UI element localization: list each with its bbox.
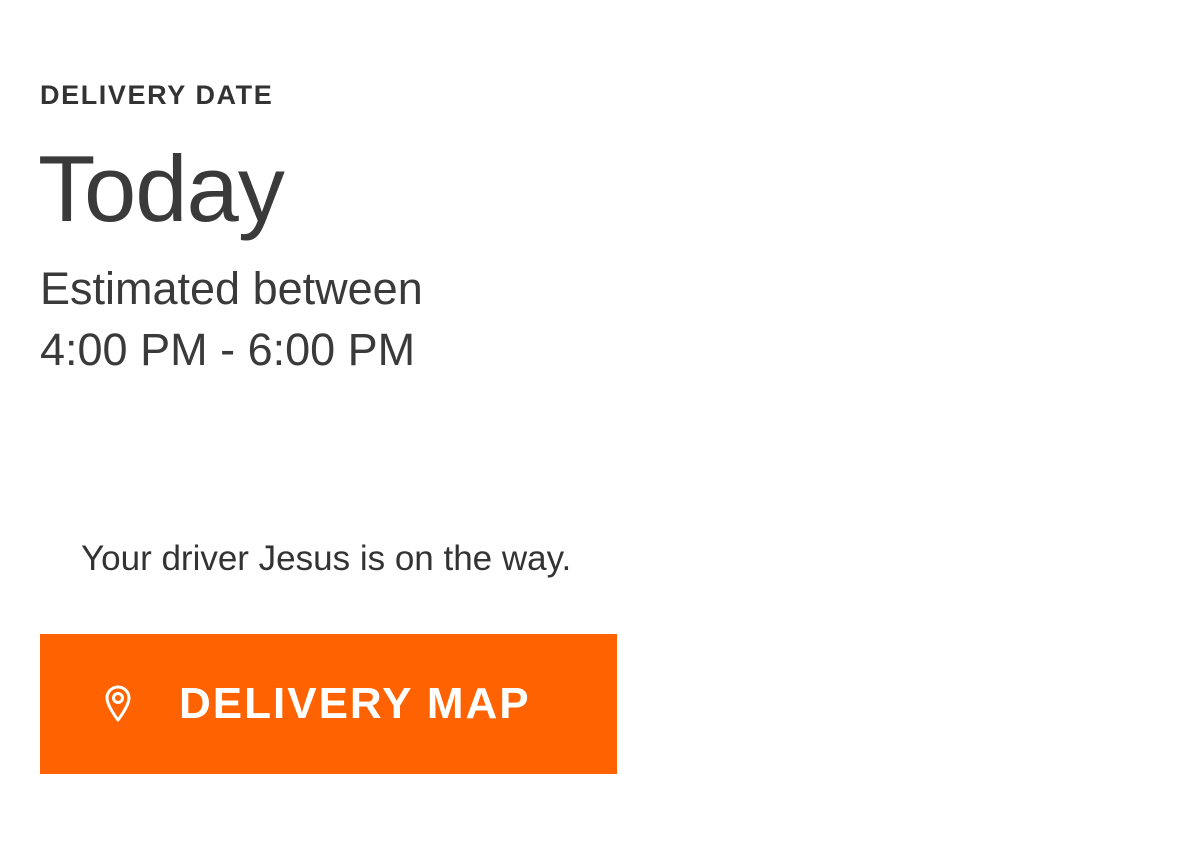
estimate-time-range: 4:00 PM - 6:00 PM [40, 324, 416, 375]
delivery-date-label: DELIVERY DATE [40, 80, 274, 110]
delivery-map-button[interactable]: DELIVERY MAP [40, 634, 617, 774]
delivery-map-label: DELIVERY MAP [179, 679, 531, 728]
estimate-label: Estimated between [40, 263, 423, 314]
driver-status-message: Your driver Jesus is on the way. [81, 539, 572, 578]
delivery-estimate: Estimated between 4:00 PM - 6:00 PM [40, 258, 423, 380]
delivery-day: Today [38, 136, 285, 241]
location-pin-icon [104, 684, 132, 724]
